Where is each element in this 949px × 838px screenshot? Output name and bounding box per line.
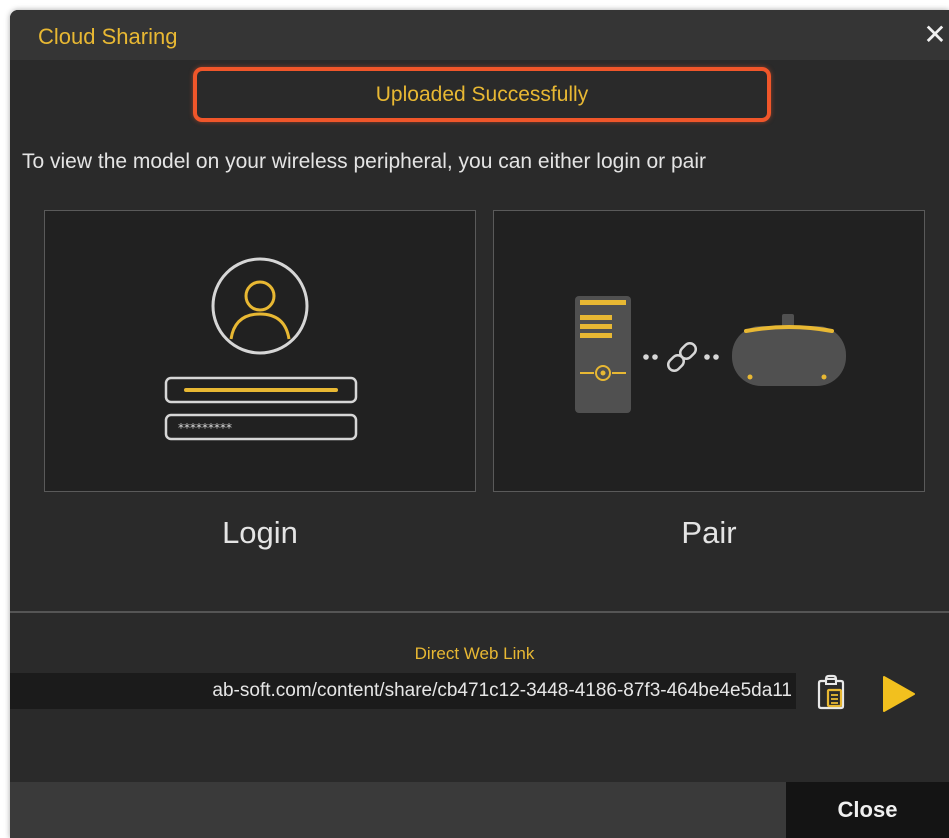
- avatar-circle-icon: [211, 257, 309, 355]
- password-mask: *********: [178, 421, 232, 435]
- web-link-heading: Direct Web Link: [414, 644, 535, 663]
- close-icon[interactable]: ✕: [921, 20, 949, 50]
- web-link-field[interactable]: ab-soft.com/content/share/cb471c12-3448-…: [10, 673, 796, 709]
- login-option-card[interactable]: *********: [44, 210, 476, 492]
- cloud-sharing-dialog: Cloud Sharing ✕ Uploaded Successfully To…: [10, 10, 949, 838]
- login-illustration: *********: [164, 257, 358, 441]
- avatar-body-icon: [229, 312, 291, 340]
- pair-option-card[interactable]: [493, 210, 925, 492]
- pc-tower-icon: [575, 296, 631, 413]
- pair-illustration: [575, 296, 846, 413]
- dialog-title: Cloud Sharing: [38, 24, 178, 49]
- web-link-value: ab-soft.com/content/share/cb471c12-3448-…: [212, 680, 792, 701]
- play-icon[interactable]: [878, 674, 918, 714]
- clipboard-icon[interactable]: [815, 673, 847, 711]
- pair-label: Pair: [681, 515, 737, 550]
- close-button[interactable]: Close: [786, 782, 949, 838]
- upload-status-text: Uploaded Successfully: [375, 82, 589, 106]
- login-label: Login: [222, 515, 298, 550]
- link-chain-icon: [666, 341, 698, 373]
- title-bar: Cloud Sharing ✕: [10, 10, 949, 60]
- avatar-head-icon: [244, 280, 276, 312]
- vr-headset-icon: [732, 314, 846, 386]
- instruction-text: To view the model on your wireless perip…: [22, 150, 707, 173]
- upload-status-banner: Uploaded Successfully: [193, 67, 771, 122]
- section-divider: [10, 611, 949, 613]
